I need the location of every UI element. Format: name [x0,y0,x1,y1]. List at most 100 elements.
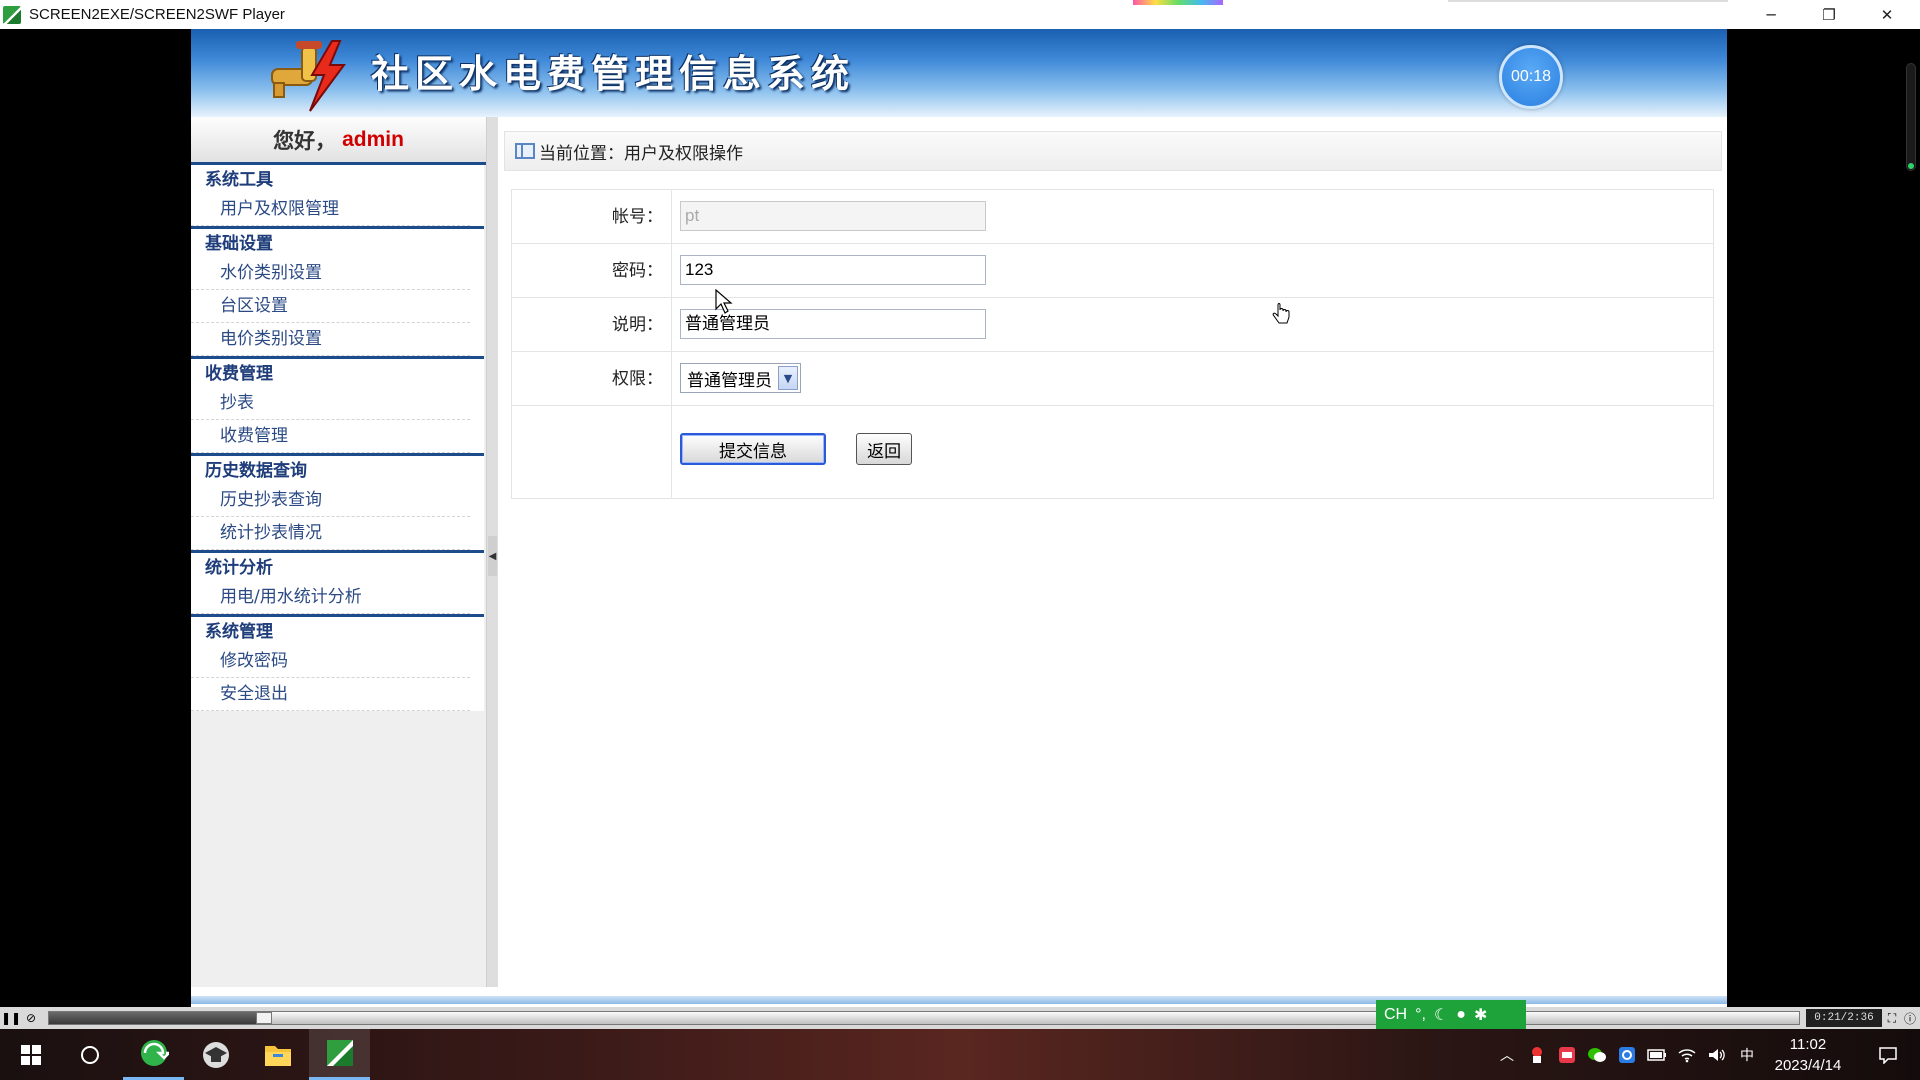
menu-item-billing-management[interactable]: 收费管理 [191,420,470,453]
wifi-icon[interactable] [1676,1029,1698,1080]
sidebar-menu: 系统工具 用户及权限管理 基础设置 水价类别设置 台区设置 电价类别设置 收费管… [191,165,484,711]
form-row-account: 帐号： pt [512,190,1713,244]
minimize-button[interactable]: ─ [1742,0,1800,29]
description-field-cell: 普通管理员 [672,298,1713,351]
form-row-description: 说明： 普通管理员 [512,298,1713,352]
app-icon [3,5,21,24]
clock-date: 2023/4/14 [1774,1057,1842,1074]
decorative-line [1448,0,1728,2]
menu-group-history[interactable]: 历史数据查询 [191,456,484,484]
faucet-lightning-logo-icon [271,40,346,112]
role-field-cell: 普通管理员 ▼ [672,352,1713,405]
ime-punctuation[interactable]: °, [1415,1006,1426,1024]
menu-group-system-tools[interactable]: 系统工具 [191,165,484,193]
playback-time: 0:21/2:36 [1806,1009,1882,1027]
close-button[interactable]: ✕ [1858,0,1916,29]
taskbar: ︿ 中 11:02 2023/4/14 [0,1029,1920,1080]
blue-app-icon[interactable] [1616,1029,1638,1080]
menu-item-usage-analysis[interactable]: 用电/用水统计分析 [191,581,470,614]
window-title: SCREEN2EXE/SCREEN2SWF Player [29,6,285,23]
form-row-actions: 提交信息 返回 [512,406,1713,498]
menu-item-water-price[interactable]: 水价类别设置 [191,257,470,290]
graduation-cap-app-icon[interactable] [185,1029,246,1080]
screen2exe-player-icon[interactable] [309,1029,370,1080]
menu-group-system-management[interactable]: 系统管理 [191,617,484,645]
menu-item-user-permissions[interactable]: 用户及权限管理 [191,193,470,226]
greeting-bar: 您好， admin [191,117,486,165]
menu-item-electricity-price[interactable]: 电价类别设置 [191,323,470,356]
playback-progress-fill [49,1012,256,1024]
role-selected-value: 普通管理员 [687,370,772,391]
description-label: 说明： [512,298,672,351]
actions-label-cell [512,406,672,498]
window-icon [515,143,535,159]
restore-button[interactable]: ❐ [1800,0,1858,29]
search-icon[interactable] [59,1029,120,1080]
chevron-down-icon[interactable]: ▼ [778,366,798,390]
password-label: 密码： [512,244,672,297]
wechat-icon[interactable] [1586,1029,1608,1080]
moon-icon[interactable]: ☾ [1434,1005,1448,1025]
menu-item-reading-stats[interactable]: 统计抄表情况 [191,517,470,550]
taskbar-clock[interactable]: 11:02 2023/4/14 [1756,1034,1860,1076]
breadcrumb-location: 用户及权限操作 [624,143,743,164]
player-viewport: 社区水电费管理信息系统 您好， admin 系统工具 用户及权限管理 基础设置 … [0,29,1920,1020]
system-title: 社区水电费管理信息系统 [371,51,856,96]
decorative-stripe [1133,0,1223,5]
menu-item-meter-reading[interactable]: 抄表 [191,387,470,420]
windows-start-icon[interactable] [0,1029,61,1080]
status-dot-icon [1908,163,1914,169]
collapse-sidebar-icon[interactable]: ◀ [488,536,497,576]
submit-button[interactable]: 提交信息 [680,433,826,465]
account-label: 帐号： [512,190,672,243]
playback-progress-thumb[interactable] [256,1012,272,1024]
menu-item-change-password[interactable]: 修改密码 [191,645,470,678]
user-icon[interactable]: ● [1456,1006,1466,1024]
viewport-scrollbar[interactable] [1906,63,1916,171]
security-app-icon[interactable] [1556,1029,1578,1080]
tray-app-icon[interactable] [1526,1029,1548,1080]
web-page: 社区水电费管理信息系统 您好， admin 系统工具 用户及权限管理 基础设置 … [191,29,1727,1020]
role-select[interactable]: 普通管理员 ▼ [680,363,801,393]
gear-icon[interactable]: ✱ [1474,1005,1487,1025]
password-field-cell: 123 [672,244,1713,297]
actions-cell: 提交信息 返回 [672,406,1713,498]
sidebar-collapse-rail: ◀ [486,117,498,987]
menu-item-history-readings[interactable]: 历史抄表查询 [191,484,470,517]
info-icon[interactable]: ⓘ [1902,1009,1918,1027]
user-edit-form: 帐号： pt 密码： 123 说明： 普通管理员 权限： 普通管理员 ▼ 提交信… [511,189,1714,499]
file-explorer-icon[interactable] [247,1029,308,1080]
back-button[interactable]: 返回 [856,433,913,465]
menu-group-billing[interactable]: 收费管理 [191,359,484,387]
ime-language[interactable]: CH [1384,1006,1407,1024]
sidebar-menu-area: 系统工具 用户及权限管理 基础设置 水价类别设置 台区设置 电价类别设置 收费管… [191,165,486,987]
username: admin [342,127,404,151]
battery-icon[interactable] [1646,1029,1668,1080]
notification-icon[interactable] [1868,1029,1908,1080]
tray-expand-icon[interactable]: ︿ [1496,1029,1518,1080]
menu-item-logout[interactable]: 安全退出 [191,678,470,711]
account-input: pt [680,201,986,231]
pause-icon[interactable]: ❚❚ [1,1009,21,1027]
role-label: 权限： [512,352,672,405]
stop-icon[interactable]: ⊘ [22,1009,40,1027]
recording-timer: 00:18 [1499,45,1563,109]
ime-indicator[interactable]: 中 [1736,1029,1758,1080]
browser-icon[interactable] [123,1029,184,1080]
header-banner: 社区水电费管理信息系统 [191,29,1727,117]
menu-group-analysis[interactable]: 统计分析 [191,553,484,581]
menu-item-district[interactable]: 台区设置 [191,290,470,323]
window-titlebar: SCREEN2EXE/SCREEN2SWF Player ─ ❐ ✕ [0,0,1920,29]
password-input[interactable]: 123 [680,255,986,285]
breadcrumb-prefix: 当前位置： [539,143,624,164]
main-content: 当前位置： 用户及权限操作 帐号： pt 密码： 123 说明： 普通管理员 权… [498,117,1727,987]
ime-toolbar[interactable]: CH °, ☾ ● ✱ [1376,1000,1526,1030]
playback-progress-track[interactable] [48,1011,1800,1025]
volume-icon[interactable] [1706,1029,1728,1080]
hand-cursor-icon [1272,303,1290,324]
clock-time: 11:02 [1789,1036,1827,1053]
fullscreen-icon[interactable]: ⛶ [1884,1009,1900,1027]
sidebar: 您好， admin 系统工具 用户及权限管理 基础设置 水价类别设置 台区设置 … [191,117,498,987]
breadcrumb: 当前位置： 用户及权限操作 [504,131,1722,171]
menu-group-basic-settings[interactable]: 基础设置 [191,229,484,257]
